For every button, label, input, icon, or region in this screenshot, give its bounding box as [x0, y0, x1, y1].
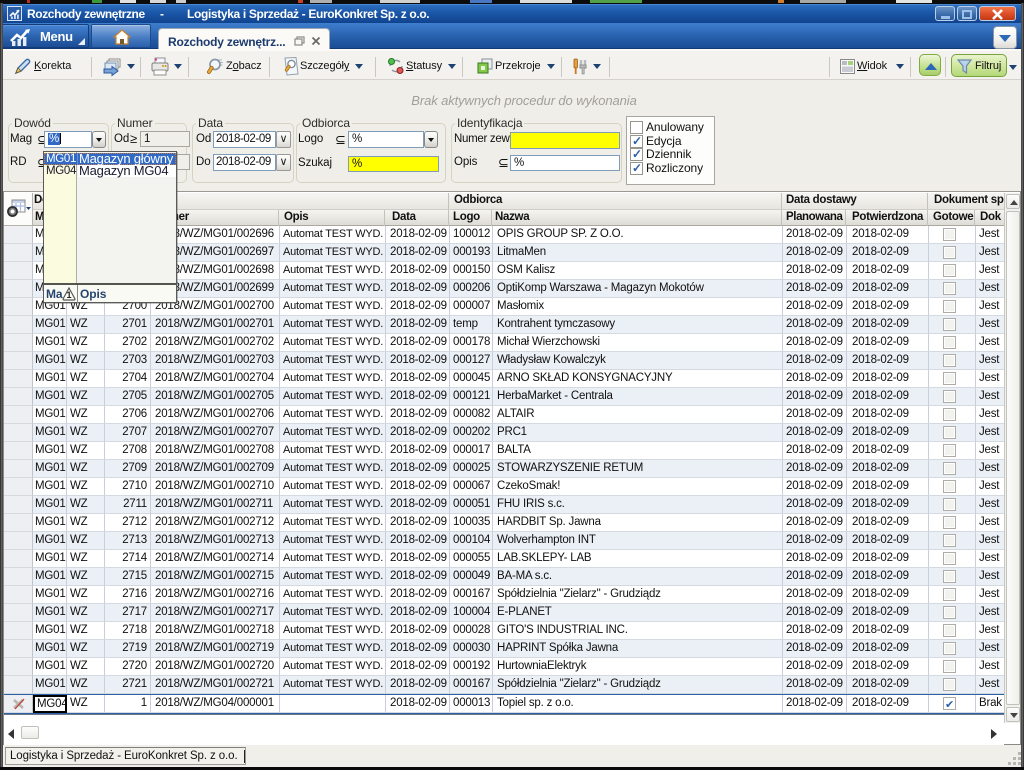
svg-text:1: 1: [67, 290, 72, 300]
